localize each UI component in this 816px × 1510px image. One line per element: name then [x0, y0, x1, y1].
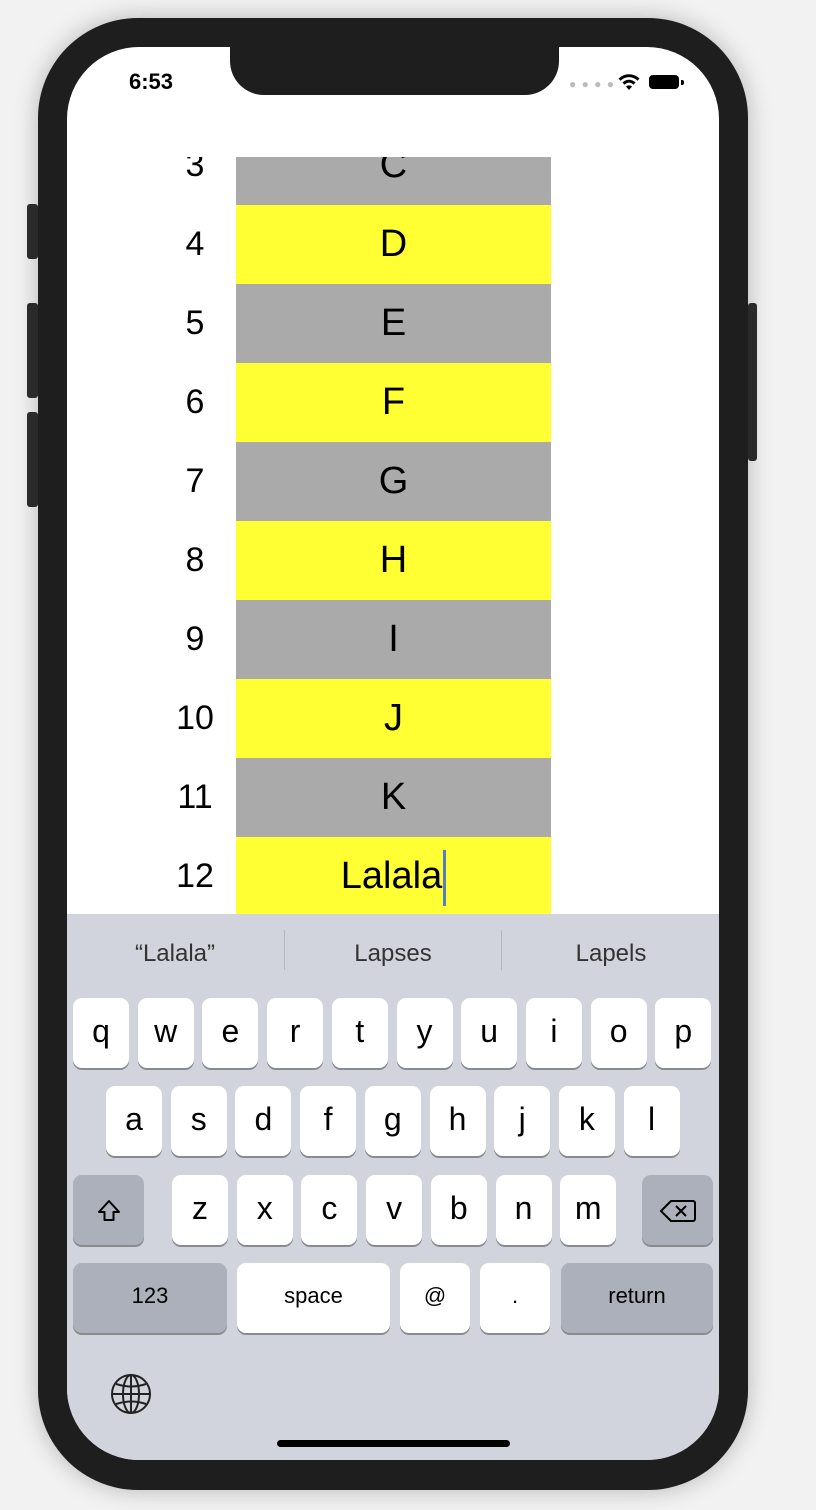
table-view[interactable]: 3 C 4 D 5 E 6 F 7 G 8 H 9 I 10 J 11 K 12 Lalala: [67, 157, 719, 914]
key-t[interactable]: t: [331, 998, 388, 1068]
table-row[interactable]: 6F: [67, 363, 719, 442]
globe-icon[interactable]: [109, 1372, 153, 1416]
wifi-icon: [618, 74, 640, 90]
text-cursor: [443, 849, 447, 906]
key-a[interactable]: a: [106, 1086, 162, 1156]
delete-key[interactable]: [642, 1175, 713, 1245]
suggestion-2[interactable]: Lapses: [293, 940, 493, 968]
suggestion-divider: [501, 930, 502, 970]
row-number: 11: [177, 778, 213, 816]
delete-icon: [659, 1199, 696, 1222]
row-value: I: [236, 600, 551, 679]
status-icons: ● ● ● ●: [569, 72, 689, 92]
row-value: J: [236, 679, 551, 758]
row-value: K: [236, 758, 551, 837]
table-row[interactable]: 10 J: [67, 679, 719, 758]
key-x[interactable]: x: [236, 1175, 293, 1245]
row-value: G: [236, 442, 551, 521]
battery-icon: [649, 75, 679, 89]
signal-dots-icon: ● ● ● ●: [569, 77, 615, 91]
key-s[interactable]: s: [170, 1086, 227, 1156]
suggestion-1[interactable]: “Lalala”: [75, 940, 275, 968]
row-value-text: I: [388, 618, 399, 660]
key-f[interactable]: f: [300, 1086, 357, 1156]
row-number: 6: [185, 383, 205, 421]
row-number: 8: [185, 541, 205, 579]
row-value-text: G: [378, 460, 409, 502]
volume-up-button: [27, 303, 38, 398]
row-value-text: K: [380, 776, 407, 818]
silent-switch: [27, 204, 38, 259]
table-row[interactable]: 9I: [67, 600, 719, 679]
phone-screen: 6:53 ● ● ● ● 3 C 4 D 5 E 6 F 7 G 8 H 9 I 10 J 11 K 12 Lalal…: [67, 47, 719, 1460]
key-e[interactable]: e: [202, 998, 259, 1068]
table-row[interactable]: 7G: [67, 442, 719, 521]
row-number: 12: [176, 857, 214, 895]
status-time: 6:53: [129, 69, 174, 94]
key-v[interactable]: v: [366, 1175, 423, 1245]
key-l[interactable]: l: [623, 1086, 680, 1156]
table-row[interactable]: 8H: [67, 521, 719, 600]
row-text-field[interactable]: Lalala: [236, 837, 551, 914]
key-b[interactable]: b: [430, 1175, 487, 1245]
notch: [230, 47, 559, 95]
table-row[interactable]: 11 K: [67, 758, 719, 837]
row-value-text: Lalala: [340, 855, 443, 897]
key-c[interactable]: c: [301, 1175, 358, 1245]
key-r[interactable]: r: [267, 998, 324, 1068]
row-number: 4: [185, 225, 205, 263]
row-value-text: E: [380, 302, 407, 344]
row-number: 7: [185, 462, 205, 500]
row-value: F: [236, 363, 551, 442]
key-q[interactable]: q: [73, 998, 129, 1068]
key-y[interactable]: y: [396, 998, 453, 1068]
row-value: C: [236, 157, 551, 205]
key-z[interactable]: z: [172, 1175, 228, 1245]
suggestion-divider: [284, 930, 285, 970]
row-value-text: J: [384, 697, 403, 739]
suggestion-3[interactable]: Lapels: [511, 940, 711, 968]
row-number: 5: [185, 304, 205, 342]
key-j[interactable]: j: [494, 1086, 551, 1156]
row-value-text: D: [379, 223, 408, 265]
keyboard: “Lalala” Lapses Lapels qwertyuiop asdfgh…: [67, 914, 719, 1460]
shift-key[interactable]: [73, 1175, 144, 1245]
key-m[interactable]: m: [560, 1175, 617, 1245]
table-row[interactable]: 5E: [67, 284, 719, 363]
row-value: H: [236, 521, 551, 600]
key-i[interactable]: i: [525, 998, 582, 1068]
row-value-text: H: [379, 539, 408, 581]
row-number: 3: [185, 157, 205, 184]
row-number: 9: [185, 620, 205, 658]
shift-icon: [97, 1199, 120, 1221]
at-key[interactable]: @: [400, 1263, 470, 1333]
return-key[interactable]: return: [561, 1263, 713, 1333]
key-o[interactable]: o: [590, 998, 647, 1068]
table-row[interactable]: 3C: [67, 157, 719, 205]
row-number: 10: [176, 699, 214, 737]
key-w[interactable]: w: [137, 998, 194, 1068]
home-indicator[interactable]: [277, 1440, 510, 1447]
key-k[interactable]: k: [558, 1086, 615, 1156]
key-d[interactable]: d: [235, 1086, 292, 1156]
table-row[interactable]: 12 Lalala: [67, 837, 719, 914]
power-button: [748, 303, 757, 461]
volume-down-button: [27, 412, 38, 507]
key-u[interactable]: u: [461, 998, 518, 1068]
table-row[interactable]: 4D: [67, 205, 719, 284]
row-value: E: [236, 284, 551, 363]
period-key[interactable]: .: [480, 1263, 550, 1333]
numbers-key[interactable]: 123: [73, 1263, 227, 1333]
row-value-text: C: [379, 157, 408, 186]
key-p[interactable]: p: [655, 998, 712, 1068]
space-key[interactable]: space: [237, 1263, 390, 1333]
key-h[interactable]: h: [429, 1086, 486, 1156]
key-n[interactable]: n: [495, 1175, 552, 1245]
key-g[interactable]: g: [364, 1086, 421, 1156]
battery-tip: [681, 80, 684, 85]
row-value: D: [236, 205, 551, 284]
row-value-text: F: [381, 381, 406, 423]
